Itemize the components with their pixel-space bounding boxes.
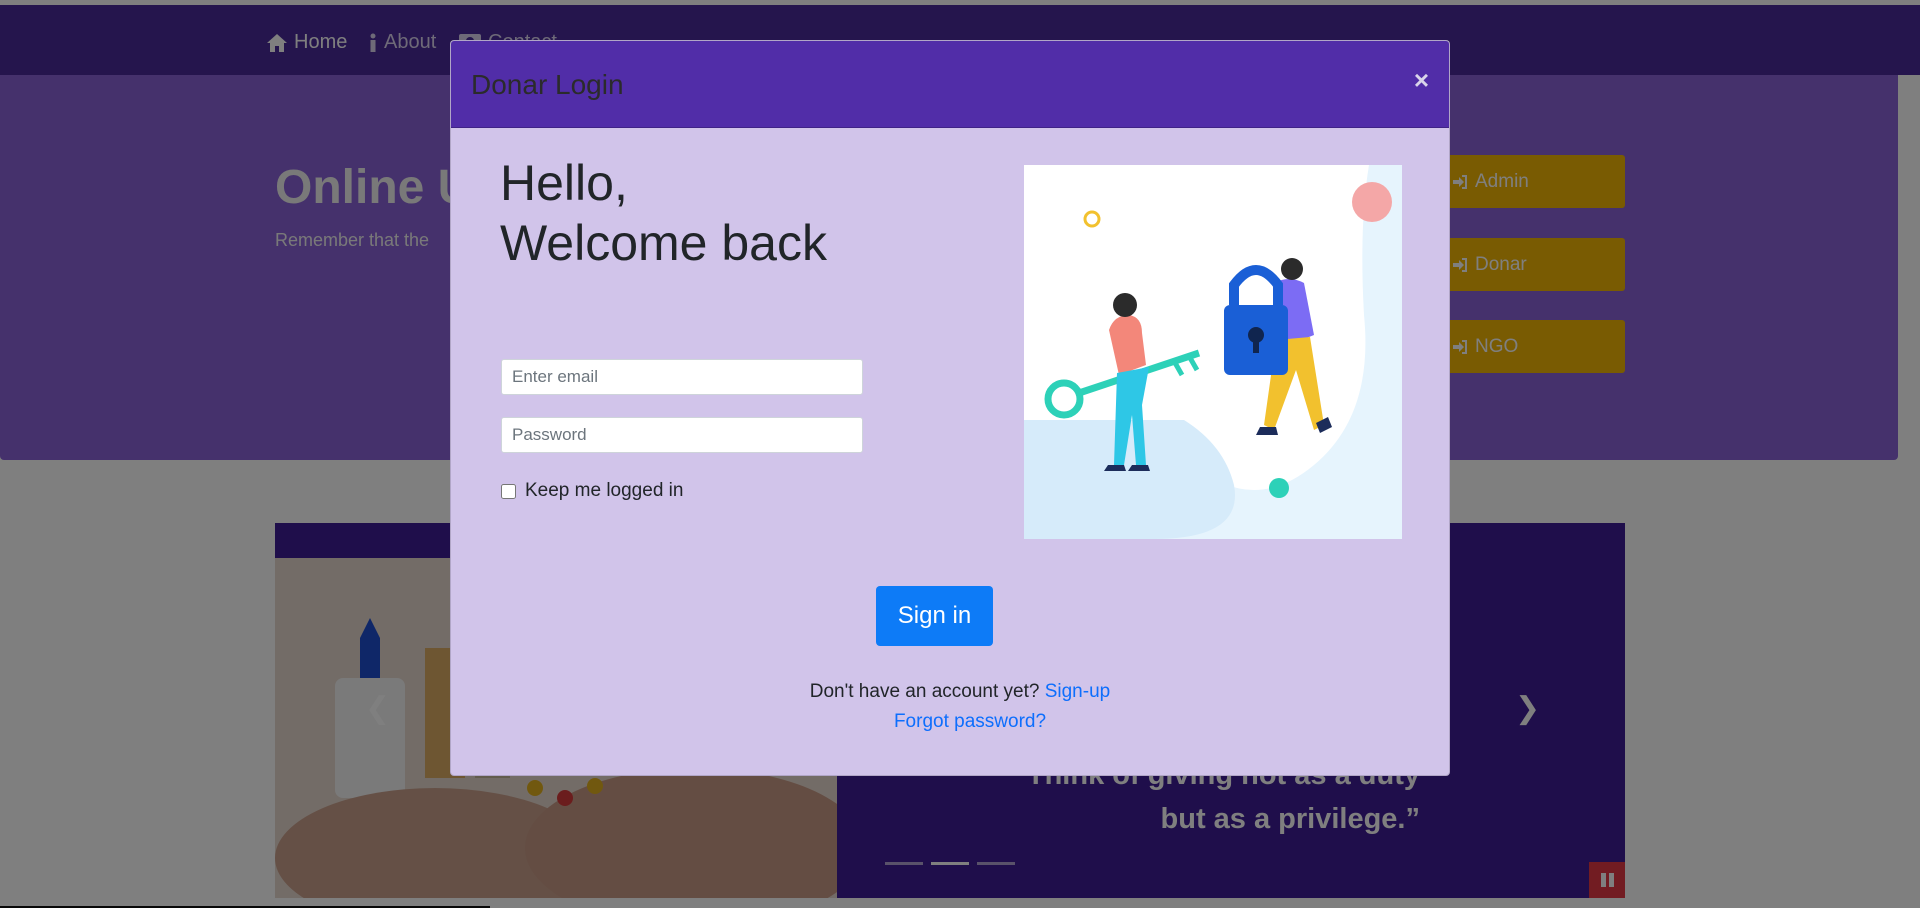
close-button[interactable]: ×: [1414, 65, 1429, 96]
keep-logged-in-label: Keep me logged in: [525, 480, 684, 501]
no-account-text: Don't have an account yet?: [809, 681, 1040, 702]
keep-logged-in[interactable]: Keep me logged in: [501, 480, 683, 502]
welcome-heading: Hello, Welcome back: [500, 153, 827, 273]
keep-logged-in-checkbox[interactable]: [501, 483, 516, 499]
donar-login-modal: Donar Login × Hello, Welcome back Keep m…: [450, 40, 1450, 776]
key-lock-illustration: [1024, 165, 1402, 539]
security-illustration: [1024, 165, 1402, 539]
signup-link[interactable]: Sign-up: [1045, 681, 1111, 702]
sign-in-button[interactable]: Sign in: [876, 586, 993, 646]
forgot-password-link[interactable]: Forgot password?: [894, 711, 1046, 732]
forgot-password-row: Forgot password?: [451, 711, 1449, 733]
password-field[interactable]: [501, 417, 863, 453]
signup-prompt: Don't have an account yet? Sign-up: [451, 681, 1449, 703]
close-icon: ×: [1413, 65, 1429, 95]
email-field[interactable]: [501, 359, 863, 395]
greeting-line-1: Hello,: [500, 155, 628, 211]
greeting-line-2: Welcome back: [500, 215, 827, 271]
modal-header: Donar Login ×: [451, 41, 1449, 128]
modal-title: Donar Login: [471, 69, 624, 100]
